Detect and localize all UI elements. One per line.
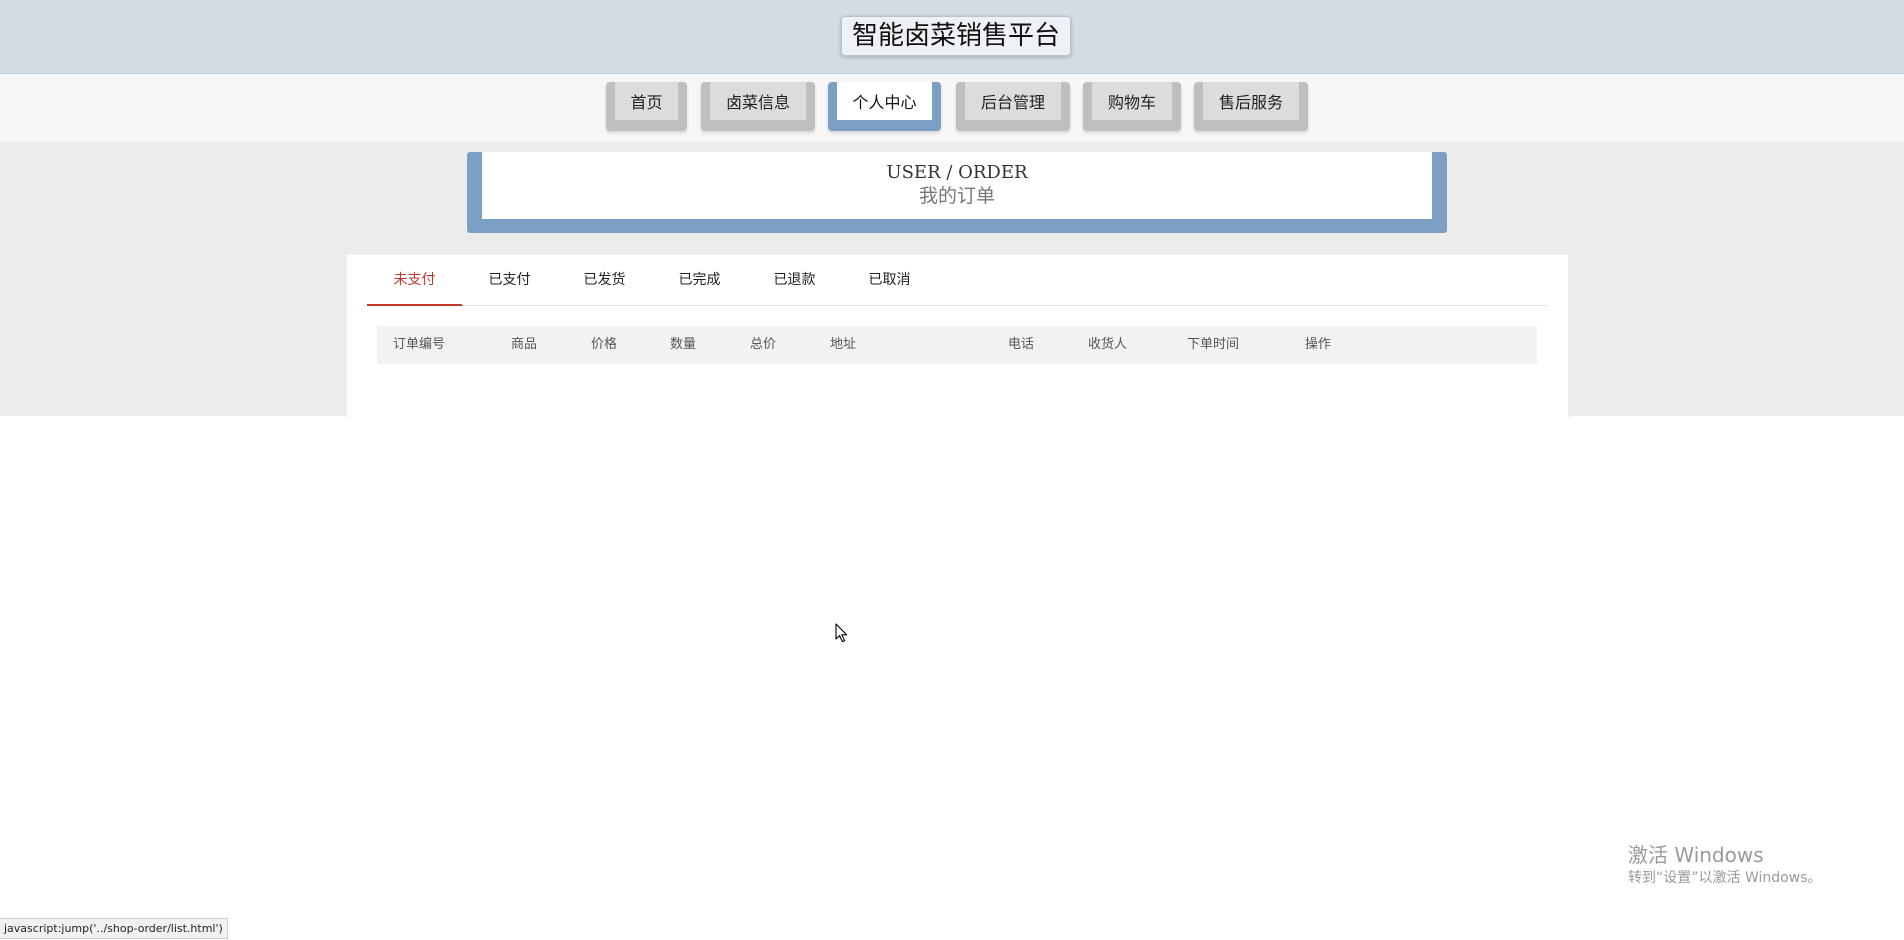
- nav-admin-label: 后台管理: [965, 82, 1061, 120]
- nav-home-label: 首页: [615, 82, 678, 120]
- column-total: 总价: [750, 337, 777, 352]
- main-nav: 首页 卤菜信息 个人中心 后台管理 购物车 售后服务: [0, 74, 1904, 142]
- orders-panel: 未支付 已支付 已发货 已完成 已退款 已取消 订单编号 商品 价格 数量 总价…: [346, 254, 1569, 417]
- mouse-cursor-icon: [835, 623, 848, 643]
- tab-completed[interactable]: 已完成: [652, 255, 747, 305]
- order-status-tabs: 未支付 已支付 已发货 已完成 已退款 已取消: [367, 255, 1548, 306]
- site-title: 智能卤菜销售平台: [841, 16, 1072, 56]
- windows-activation-watermark: 激活 Windows 转到“设置”以激活 Windows。: [1628, 842, 1821, 888]
- nav-admin[interactable]: 后台管理: [956, 82, 1070, 131]
- column-price: 价格: [591, 337, 618, 352]
- nav-personal-center[interactable]: 个人中心: [828, 82, 941, 131]
- watermark-line1: 激活 Windows: [1628, 843, 1764, 867]
- tab-paid[interactable]: 已支付: [462, 255, 557, 305]
- column-order-time: 下单时间: [1187, 337, 1240, 352]
- watermark-line2: 转到“设置”以激活 Windows。: [1628, 870, 1822, 886]
- nav-personal-center-label: 个人中心: [837, 82, 932, 120]
- site-header: 智能卤菜销售平台: [0, 0, 1904, 74]
- column-actions: 操作: [1305, 337, 1332, 352]
- column-product: 商品: [511, 337, 538, 352]
- nav-product-info[interactable]: 卤菜信息: [701, 82, 815, 131]
- nav-home[interactable]: 首页: [606, 82, 687, 131]
- tab-refunded[interactable]: 已退款: [747, 255, 842, 305]
- nav-cart-label: 购物车: [1092, 82, 1172, 120]
- section-title-en: USER / ORDER: [886, 162, 1028, 183]
- section-title-box: USER / ORDER 我的订单: [467, 152, 1447, 233]
- nav-cart[interactable]: 购物车: [1083, 82, 1181, 131]
- tab-shipped[interactable]: 已发货: [557, 255, 652, 305]
- column-address: 地址: [830, 337, 857, 352]
- tab-cancelled[interactable]: 已取消: [842, 255, 937, 305]
- section-title-inner: USER / ORDER 我的订单: [482, 152, 1432, 219]
- column-recipient: 收货人: [1088, 337, 1128, 352]
- browser-status-bar: javascript:jump('../shop-order/list.html…: [0, 918, 228, 939]
- orders-table-header: 订单编号 商品 价格 数量 总价 地址 电话 收货人 下单时间 操作: [377, 326, 1537, 364]
- column-phone: 电话: [1008, 337, 1035, 352]
- column-quantity: 数量: [670, 337, 697, 352]
- column-order-number: 订单编号: [393, 337, 446, 352]
- section-title-zh: 我的订单: [918, 185, 995, 207]
- nav-after-sales-label: 售后服务: [1203, 82, 1299, 120]
- nav-after-sales[interactable]: 售后服务: [1194, 82, 1308, 131]
- nav-product-info-label: 卤菜信息: [710, 82, 806, 120]
- tab-unpaid[interactable]: 未支付: [367, 255, 462, 306]
